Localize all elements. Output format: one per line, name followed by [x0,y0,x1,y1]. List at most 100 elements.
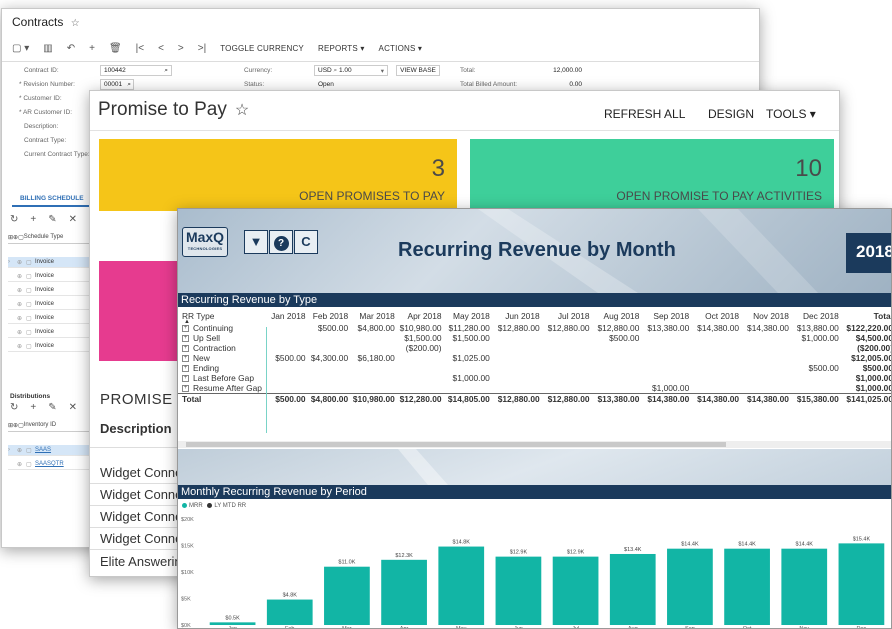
table-row[interactable]: ⊕ ▢ Invoice [8,313,100,324]
list-item[interactable]: Widget Conne [100,509,182,524]
col-header[interactable]: Oct 2018 [689,309,739,323]
table-row[interactable]: + Ending $500.00 $500.00 [178,363,891,373]
col-header[interactable]: Apr 2018 [395,309,442,323]
table-row[interactable]: + New $500.00 $4,300.00 $6,180.00 $1,025.00 $1… [178,353,891,363]
col-header[interactable]: Jun 2018 [490,309,539,323]
col-header[interactable]: Jan 2018 [264,309,305,323]
expand-icon[interactable]: + [182,355,189,363]
col-header[interactable]: May 2018 [442,309,490,323]
filter-icon[interactable]: ▼ [244,230,268,254]
currency-field[interactable]: USD ⌕ 1.00 ▾ [314,65,388,76]
table-row[interactable]: + Last Before Gap $1,000.00 $1,000.00 [178,373,891,383]
table-row[interactable]: ⊕ ▢ Invoice [8,341,100,352]
bar[interactable] [324,566,370,625]
prev-record-icon[interactable]: < [158,43,164,54]
col-header[interactable]: Sep 2018 [639,309,689,323]
refresh-icon[interactable]: ↻ [10,214,18,225]
bar[interactable] [495,556,542,625]
refresh-all-button[interactable]: REFRESH ALL [604,107,685,121]
edit-icon[interactable]: ✎ [48,402,56,413]
revision-number-field[interactable]: 00001 ⌕ [100,79,134,90]
design-button[interactable]: DESIGN [708,107,754,121]
expand-icon[interactable]: + [182,375,189,383]
toggle-currency-button[interactable]: TOGGLE CURRENCY [220,44,304,53]
copy-icon[interactable]: ▥ [43,43,52,54]
pink-tile[interactable] [99,261,189,361]
actions-menu[interactable]: ACTIONS ▾ [379,44,423,53]
bar[interactable] [667,548,713,625]
inventory-link[interactable]: SAAS [35,447,51,453]
refresh-icon[interactable]: C [294,230,318,254]
col-header[interactable]: Nov 2018 [739,309,789,323]
add-icon[interactable]: + [30,402,36,413]
contract-id-field[interactable]: 100442 ⌕ [100,65,172,76]
view-base-button[interactable]: VIEW BASE [396,65,440,76]
list-item[interactable]: Elite Answerin [100,554,182,569]
bar[interactable] [609,553,656,625]
bar[interactable] [552,556,599,625]
expand-icon[interactable]: + [182,385,189,393]
col-header[interactable]: Feb 2018 [306,309,348,323]
next-record-icon[interactable]: > [178,43,184,54]
col-header[interactable]: Mar 2018 [348,309,394,323]
table-row[interactable]: › ⊕ ▢ SAAS [8,445,100,456]
search-icon[interactable]: ⌕ [334,67,338,74]
reports-menu[interactable]: REPORTS ▾ [318,44,365,53]
horizontal-scrollbar[interactable] [178,441,891,448]
bar[interactable] [838,543,885,625]
col-header[interactable]: Jul 2018 [540,309,590,323]
year-badge[interactable]: 2018 [846,233,891,273]
add-icon[interactable]: + [30,214,36,225]
refresh-icon[interactable]: ↻ [10,402,18,413]
favorite-star-icon[interactable]: ☆ [235,102,249,119]
table-row[interactable]: + Contraction ($200.00) ($200.00) [178,343,891,353]
help-icon[interactable]: ? [269,230,293,254]
bar[interactable] [266,599,313,625]
col-header-rr-type[interactable]: RR Type ▲ [178,309,264,325]
list-item[interactable]: Widget Conne [100,531,182,546]
col-header[interactable]: Aug 2018 [590,309,640,323]
favorite-star-icon[interactable]: ☆ [71,18,80,29]
inventory-link[interactable]: SAASQTR [35,461,64,467]
edit-icon[interactable]: ✎ [48,214,56,225]
table-row[interactable]: ⊕ ▢ Invoice [8,285,100,296]
add-icon[interactable]: + [89,43,95,54]
table-row[interactable]: + Up Sell $1,500.00 $1,500.00 $500.00 $1,000.… [178,333,891,343]
bar[interactable] [209,622,256,625]
table-row[interactable]: + Continuing $500.00 $4,800.00 $10,980.00 $11… [178,323,891,333]
table-row[interactable]: › ⊕ ▢ Invoice [8,257,100,268]
table-row[interactable]: ⊕ ▢ Invoice [8,327,100,338]
list-item[interactable]: Widget Conne [100,465,182,480]
close-icon[interactable]: ✕ [69,402,77,413]
y-tick-label: $0K [181,623,191,629]
delete-icon[interactable]: 🗑 [109,43,122,54]
list-item[interactable]: Widget Conne [100,487,182,502]
scrollbar-thumb[interactable] [186,442,726,447]
search-icon[interactable]: ⌕ [127,81,131,89]
bar[interactable] [381,559,427,625]
table-row[interactable]: ⊕ ▢ Invoice [8,271,100,282]
bar[interactable] [724,548,770,625]
search-icon[interactable]: ⌕ [164,67,168,75]
col-header-total[interactable]: Total [839,309,891,323]
open-activities-tile[interactable]: 10 OPEN PROMISE TO PAY ACTIVITIES [470,139,834,211]
bar[interactable] [781,548,828,625]
first-record-icon[interactable]: |< [136,43,144,54]
last-record-icon[interactable]: >| [198,43,206,54]
col-header[interactable]: Dec 2018 [789,309,839,323]
close-icon[interactable]: ✕ [69,214,77,225]
bar[interactable] [438,546,485,625]
expand-icon[interactable]: + [182,325,189,333]
expand-icon[interactable]: + [182,345,189,353]
table-row[interactable]: ⊕ ▢ SAASQTR [8,459,100,470]
expand-icon[interactable]: + [182,365,189,373]
tools-menu[interactable]: TOOLS ▾ [766,107,816,121]
undo-icon[interactable]: ↶ [67,43,75,54]
expand-icon[interactable]: + [182,335,189,343]
tab-billing-schedule[interactable]: BILLING SCHEDULE [20,195,84,202]
table-row[interactable]: ⊕ ▢ Invoice [8,299,100,310]
chevron-down-icon[interactable]: ▾ [381,67,384,75]
open-promises-tile[interactable]: 3 OPEN PROMISES TO PAY [99,139,457,211]
table-row[interactable]: + Resume After Gap $1,000.00 $1,000.00 [178,383,891,394]
save-icon[interactable]: ▢ ▾ [12,43,29,54]
